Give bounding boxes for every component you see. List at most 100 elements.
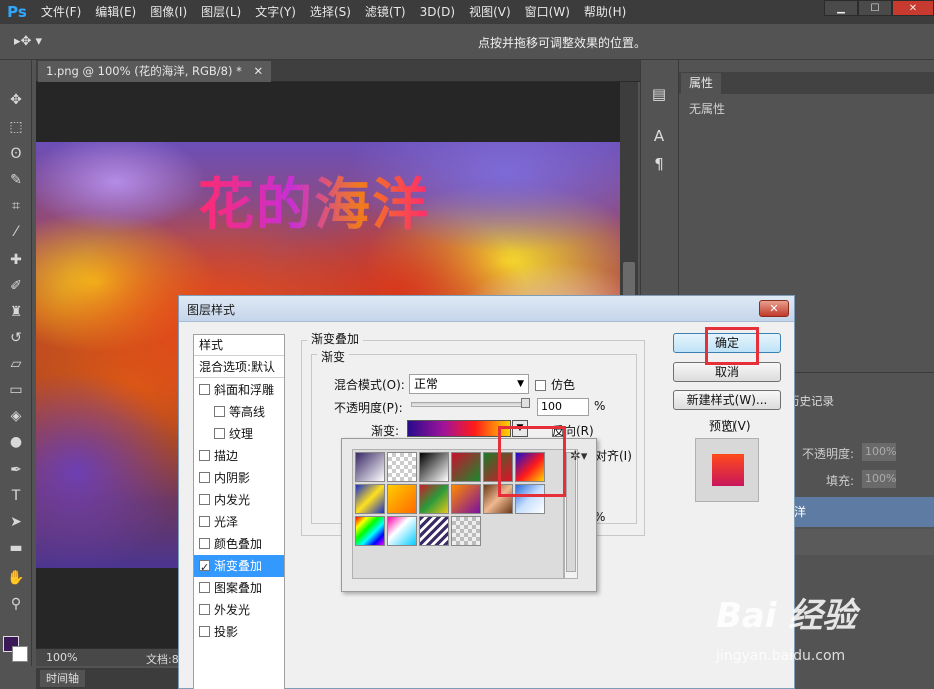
style-checkbox[interactable]: [199, 472, 210, 483]
pen-tool-icon[interactable]: ✒: [4, 460, 28, 480]
opacity-input[interactable]: 100: [537, 398, 589, 416]
style-item[interactable]: 图案叠加: [194, 577, 284, 599]
maximize-button[interactable]: ☐: [858, 0, 892, 16]
style-checkbox[interactable]: [214, 406, 225, 417]
stamp-tool-icon[interactable]: ♜: [4, 302, 28, 322]
move-tool-icon[interactable]: ✥: [4, 90, 28, 110]
menu-select[interactable]: 选择(S): [303, 0, 358, 24]
style-item[interactable]: 颜色叠加: [194, 533, 284, 555]
menu-view[interactable]: 视图(V): [462, 0, 518, 24]
move-tool-preset[interactable]: ▸✥ ▾: [14, 34, 42, 49]
cancel-button[interactable]: 取消: [673, 362, 781, 382]
gradient-swatch[interactable]: [407, 420, 511, 437]
brush-tool-icon[interactable]: ✐: [4, 276, 28, 296]
menu-image[interactable]: 图像(I): [143, 0, 194, 24]
character-panel-icon[interactable]: A: [649, 126, 669, 146]
marquee-tool-icon[interactable]: ⬚: [4, 117, 28, 137]
menu-3d[interactable]: 3D(D): [413, 0, 462, 24]
style-item[interactable]: 纹理: [194, 423, 284, 445]
crop-tool-icon[interactable]: ⌗: [4, 196, 28, 216]
opacity-slider-thumb[interactable]: [521, 398, 530, 408]
gradient-preset-15[interactable]: [419, 516, 449, 546]
gradient-preset-16[interactable]: [451, 516, 481, 546]
gradient-preset-7[interactable]: [355, 484, 385, 514]
gradient-tool-icon[interactable]: ▭: [4, 380, 28, 400]
artwork-text-layer[interactable]: 花的海洋: [198, 160, 430, 241]
dialog-titlebar[interactable]: 图层样式 ✕: [179, 296, 794, 322]
style-item[interactable]: 渐变叠加: [194, 555, 284, 579]
new-style-button[interactable]: 新建样式(W)...: [673, 390, 781, 410]
style-item[interactable]: 外发光: [194, 599, 284, 621]
style-checkbox[interactable]: [214, 428, 225, 439]
style-list-header[interactable]: 样式: [194, 335, 284, 356]
history-panel-icon[interactable]: ▤: [649, 84, 669, 104]
gradient-preset-10[interactable]: [451, 484, 481, 514]
style-checkbox[interactable]: [199, 450, 210, 461]
style-item[interactable]: 光泽: [194, 511, 284, 533]
menu-help[interactable]: 帮助(H): [577, 0, 633, 24]
eyedropper-tool-icon[interactable]: ⁄: [4, 222, 28, 242]
style-item[interactable]: 内发光: [194, 489, 284, 511]
blend-options-item[interactable]: 混合选项:默认: [194, 357, 284, 378]
close-tab-icon[interactable]: ✕: [254, 64, 264, 78]
path-select-tool-icon[interactable]: ➤: [4, 512, 28, 532]
menu-window[interactable]: 窗口(W): [518, 0, 577, 24]
quick-select-tool-icon[interactable]: ✎: [4, 170, 28, 190]
gradient-preset-13[interactable]: [355, 516, 385, 546]
zoom-tool-icon[interactable]: ⚲: [4, 594, 28, 614]
menu-filter[interactable]: 滤镜(T): [358, 0, 413, 24]
hand-tool-icon[interactable]: ✋: [4, 568, 28, 588]
dodge-tool-icon[interactable]: ●: [4, 432, 28, 452]
minimize-button[interactable]: ▁: [824, 0, 858, 16]
style-item[interactable]: 斜面和浮雕: [194, 379, 284, 401]
gradient-preset-4[interactable]: [451, 452, 481, 482]
style-checkbox[interactable]: [199, 494, 210, 505]
background-color-swatch[interactable]: [12, 646, 28, 662]
shape-tool-icon[interactable]: ▬: [4, 538, 28, 558]
paragraph-panel-icon[interactable]: ¶: [649, 154, 669, 174]
menu-edit[interactable]: 编辑(E): [88, 0, 143, 24]
gradient-preset-14[interactable]: [387, 516, 417, 546]
dither-checkbox[interactable]: [535, 380, 546, 391]
menu-layer[interactable]: 图层(L): [194, 0, 248, 24]
style-checkbox[interactable]: [199, 626, 210, 637]
timeline-tab[interactable]: 时间轴: [40, 670, 85, 687]
document-tab[interactable]: 1.png @ 100% (花的海洋, RGB/8) * ✕: [38, 61, 272, 82]
close-window-button[interactable]: ✕: [892, 0, 934, 16]
type-tool-icon[interactable]: T: [4, 486, 28, 506]
style-checkbox[interactable]: [199, 516, 210, 527]
style-checkbox[interactable]: [199, 384, 210, 395]
properties-tab[interactable]: 属性: [681, 73, 722, 94]
gradient-preset-3[interactable]: [419, 452, 449, 482]
gradient-picker-scrollbar[interactable]: [564, 449, 578, 579]
lasso-tool-icon[interactable]: ʘ: [4, 144, 28, 164]
style-item[interactable]: 描边: [194, 445, 284, 467]
layer-opacity-field[interactable]: 100%: [862, 443, 896, 461]
menu-file[interactable]: 文件(F): [34, 0, 88, 24]
gradient-picker-scroll-thumb[interactable]: [566, 452, 576, 572]
zoom-level[interactable]: 100%: [46, 651, 77, 664]
style-item[interactable]: 等高线: [194, 401, 284, 423]
opacity-slider[interactable]: [411, 402, 529, 407]
style-checkbox[interactable]: [199, 604, 210, 615]
gradient-preset-2[interactable]: [387, 452, 417, 482]
history-brush-tool-icon[interactable]: ↺: [4, 328, 28, 348]
gradient-preset-1[interactable]: [355, 452, 385, 482]
style-item[interactable]: 内阴影: [194, 467, 284, 489]
eraser-tool-icon[interactable]: ▱: [4, 354, 28, 374]
layer-row[interactable]: [790, 529, 934, 555]
layer-row-selected[interactable]: 洋: [790, 497, 934, 527]
gear-icon[interactable]: ✲▾: [570, 449, 587, 464]
healing-tool-icon[interactable]: ✚: [4, 250, 28, 270]
style-checkbox[interactable]: [199, 582, 210, 593]
gradient-preset-8[interactable]: [387, 484, 417, 514]
style-item[interactable]: 投影: [194, 621, 284, 643]
layer-fill-field[interactable]: 100%: [862, 470, 896, 488]
blur-tool-icon[interactable]: ◈: [4, 406, 28, 426]
style-checkbox[interactable]: [199, 557, 210, 579]
gradient-preset-9[interactable]: [419, 484, 449, 514]
blend-mode-select[interactable]: 正常 ▼: [409, 374, 529, 394]
menu-type[interactable]: 文字(Y): [248, 0, 303, 24]
style-checkbox[interactable]: [199, 538, 210, 549]
dialog-close-button[interactable]: ✕: [759, 300, 789, 317]
